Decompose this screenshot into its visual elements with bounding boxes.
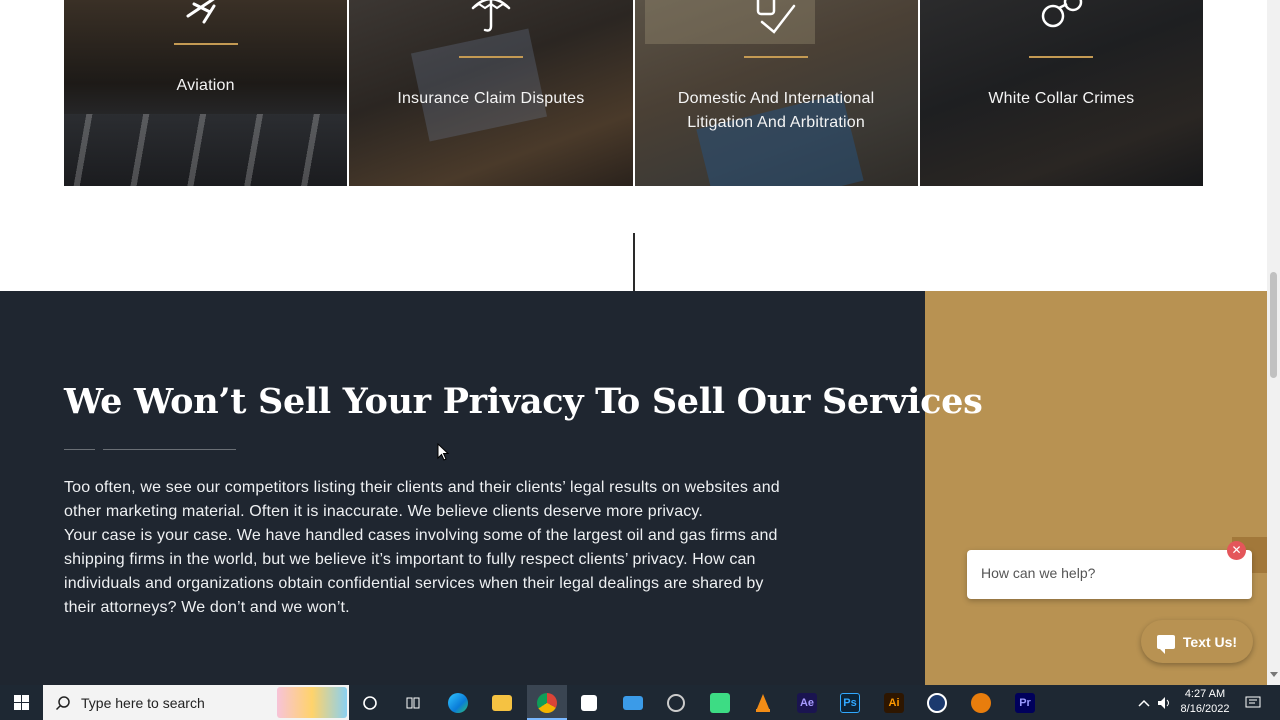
gold-rule — [744, 56, 809, 58]
practice-card-white-collar[interactable]: White Collar Crimes — [919, 0, 1203, 186]
gold-rule — [1029, 56, 1094, 58]
mouse-cursor-icon — [437, 443, 449, 461]
practice-label: Aviation — [176, 77, 235, 94]
umbrella-icon — [471, 0, 511, 32]
notification-center-icon[interactable] — [1245, 685, 1261, 720]
search-highlight-art — [277, 687, 347, 718]
cinema4d-icon[interactable] — [922, 690, 952, 715]
system-clock[interactable]: 4:27 AM 8/16/2022 — [1176, 687, 1234, 717]
practice-card-aviation[interactable]: Aviation — [64, 0, 348, 186]
windows-taskbar: Type here to search Ae Ps Ai Pr 4:27 AM … — [0, 685, 1280, 720]
mail-icon[interactable] — [618, 690, 648, 715]
practice-label: Domestic And International Litigation An… — [677, 90, 875, 131]
practice-label: Insurance Claim Disputes — [397, 90, 585, 107]
start-button[interactable] — [0, 685, 43, 720]
privacy-paragraph-2: Your case is your case. We have handled … — [64, 527, 778, 616]
section-divider — [633, 233, 635, 291]
document-check-icon — [756, 0, 796, 34]
text-us-button[interactable]: Text Us! — [1141, 620, 1253, 663]
privacy-body: Too often, we see our competitors listin… — [64, 476, 794, 620]
document-image — [411, 28, 548, 142]
cortana-icon[interactable] — [355, 690, 385, 715]
page-scrollbar[interactable] — [1267, 0, 1280, 685]
heading-rule-long — [103, 449, 236, 450]
text-us-label: Text Us! — [1182, 633, 1238, 650]
clock-time: 4:27 AM — [1184, 688, 1226, 700]
privacy-paragraph-1: Too often, we see our competitors listin… — [64, 479, 780, 520]
privacy-heading: We Won’t Sell Your Privacy To Sell Our S… — [64, 381, 983, 422]
airplane-icon — [186, 0, 216, 24]
search-placeholder: Type here to search — [81, 694, 205, 711]
practice-card-insurance[interactable]: Insurance Claim Disputes — [349, 0, 633, 186]
handcuffs-icon — [1042, 0, 1083, 28]
clock-date: 8/16/2022 — [1180, 703, 1230, 715]
gold-rule — [173, 43, 238, 45]
show-hidden-icons[interactable] — [1138, 685, 1150, 720]
scroll-down-arrow-icon[interactable] — [1270, 672, 1278, 677]
gold-rule — [458, 56, 523, 58]
search-icon — [55, 695, 70, 710]
volume-icon[interactable] — [1157, 685, 1173, 720]
scrollbar-thumb[interactable] — [1270, 272, 1277, 378]
app-icon[interactable] — [661, 690, 691, 715]
heading-rule-short — [64, 449, 95, 450]
practice-card-litigation[interactable]: Domestic And International Litigation An… — [634, 0, 918, 186]
runway-image — [64, 114, 348, 186]
taskbar-search-box[interactable]: Type here to search — [43, 685, 349, 720]
windows-logo-icon — [14, 695, 29, 710]
after-effects-icon[interactable]: Ae — [792, 690, 822, 715]
premiere-icon[interactable]: Pr — [1010, 690, 1040, 715]
chat-bubble-icon — [1156, 634, 1175, 654]
vlc-icon[interactable] — [748, 690, 778, 715]
file-explorer-icon[interactable] — [487, 690, 517, 715]
chat-prompt-bubble[interactable]: How can we help? — [967, 550, 1252, 599]
illustrator-icon[interactable]: Ai — [879, 690, 909, 715]
blender-icon[interactable] — [966, 690, 996, 715]
android-icon[interactable] — [705, 690, 735, 715]
chrome-icon[interactable] — [532, 690, 562, 715]
chat-prompt-text: How can we help? — [981, 565, 1096, 581]
practice-label: White Collar Crimes — [988, 90, 1135, 107]
task-view-icon[interactable] — [398, 690, 428, 715]
practice-areas: Aviation Insurance Claim Disputes Domest… — [64, 0, 1203, 186]
edge-icon[interactable] — [443, 690, 473, 715]
store-icon[interactable] — [574, 690, 604, 715]
chevron-up-icon — [1138, 699, 1150, 707]
chat-close-button[interactable]: ✕ — [1227, 541, 1246, 560]
photoshop-icon[interactable]: Ps — [835, 690, 865, 715]
